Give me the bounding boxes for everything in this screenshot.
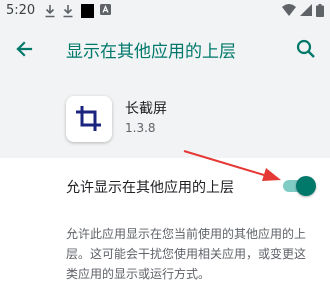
signal-icon — [300, 4, 312, 16]
app-header: 长截屏 1.3.8 — [0, 76, 330, 158]
page-title: 显示在其他应用的上层 — [66, 42, 236, 62]
overlay-permission-toggle[interactable] — [281, 176, 316, 196]
app-bar: 显示在其他应用的上层 — [0, 22, 330, 76]
setting-label: 允许显示在其他应用的上层 — [66, 180, 234, 196]
download-icon — [63, 5, 73, 18]
battery-icon — [316, 4, 324, 17]
crop-icon — [76, 106, 101, 131]
app-name: 长截屏 — [125, 101, 167, 117]
back-button[interactable] — [10, 35, 38, 63]
status-bar: 5:20 — [0, 0, 330, 22]
status-time: 5:20 — [6, 3, 36, 18]
search-icon — [296, 39, 315, 58]
app-notification-icon — [100, 4, 111, 15]
wifi-icon — [282, 4, 296, 16]
arrow-back-icon — [16, 41, 33, 57]
download-icon — [45, 5, 55, 18]
setting-description: 允许此应用显示在您当前使用的其他应用的上层。这可能会干扰您使用相关应用，或变更这… — [66, 227, 307, 281]
search-button[interactable] — [292, 35, 320, 63]
black-square-icon — [81, 4, 94, 18]
overlay-permission-setting[interactable]: 允许显示在其他应用的上层 — [0, 158, 330, 214]
app-icon — [66, 96, 112, 142]
toggle-thumb — [296, 176, 316, 196]
app-version: 1.3.8 — [125, 121, 156, 135]
